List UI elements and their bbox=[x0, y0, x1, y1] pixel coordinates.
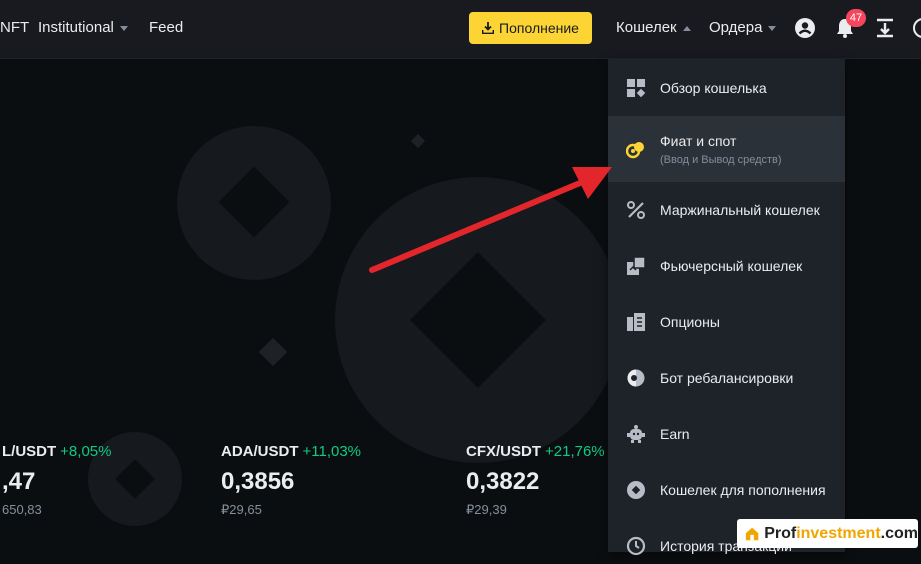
percent-icon bbox=[627, 201, 645, 219]
nav-nft[interactable]: NFT bbox=[0, 19, 29, 36]
ticker-change: +11,03% bbox=[302, 443, 362, 460]
ticker-pair: ADA/USDT +11,03% bbox=[221, 443, 362, 460]
nav-institutional-label: Institutional bbox=[38, 19, 114, 36]
history-icon bbox=[626, 536, 646, 556]
menu-item-sublabel: (Ввод и Вывод средств) bbox=[660, 153, 782, 166]
chevron-down-icon bbox=[119, 25, 128, 31]
top-navigation-bar: NFT Institutional Feed Пополнение Кошеле… bbox=[0, 0, 921, 59]
ticker-price: ,47 bbox=[2, 468, 36, 495]
menu-item-label: Фьючерсный кошелек bbox=[660, 258, 803, 274]
ticker-pair: CFX/USDT +21,76% bbox=[466, 443, 605, 460]
ticker-rub-price: ₽29,39 bbox=[466, 502, 507, 517]
ticker-pair: L/USDT +8,05% bbox=[2, 443, 112, 460]
menu-item-rebalancing-bot[interactable]: Бот ребалансировки bbox=[608, 360, 845, 396]
menu-item-wallet-overview[interactable]: Обзор кошелька bbox=[608, 69, 845, 107]
nav-institutional[interactable]: Institutional bbox=[38, 19, 128, 36]
menu-item-options[interactable]: Опционы bbox=[608, 304, 845, 340]
watermark-suffix: .com bbox=[880, 524, 918, 542]
download-app-icon[interactable] bbox=[874, 17, 896, 39]
menu-item-label: Кошелек для пополнения bbox=[660, 482, 826, 498]
chevron-up-icon bbox=[682, 25, 691, 31]
nav-wallet-label: Кошелек bbox=[616, 19, 677, 36]
wallet-dropdown-menu: Обзор кошелька Фиат и спот (Ввод и Вывод… bbox=[608, 59, 845, 556]
menu-item-margin-wallet[interactable]: Маржинальный кошелек bbox=[608, 192, 845, 228]
menu-item-fiat-spot[interactable]: Фиат и спот (Ввод и Вывод средств) bbox=[608, 116, 845, 182]
chevron-down-icon bbox=[768, 25, 777, 31]
menu-item-label: Earn bbox=[660, 426, 690, 442]
menu-item-funding-wallet[interactable]: Кошелек для пополнения bbox=[608, 472, 845, 508]
nav-orders[interactable]: Ордера bbox=[709, 19, 777, 36]
bot-icon bbox=[627, 369, 645, 387]
ticker-rub-price: 650,83 bbox=[2, 502, 42, 517]
diamond-wallet-icon bbox=[627, 481, 645, 499]
notification-count-badge: 47 bbox=[846, 9, 866, 27]
watermark-logo: Prof investment .com bbox=[737, 519, 918, 548]
menu-item-label: Обзор кошелька bbox=[660, 80, 767, 96]
download-icon bbox=[482, 22, 495, 34]
ticker-change: +8,05% bbox=[60, 443, 112, 460]
options-icon bbox=[627, 313, 645, 331]
futures-icon bbox=[627, 256, 646, 275]
deposit-button[interactable]: Пополнение bbox=[469, 12, 592, 44]
ticker-2[interactable]: ADA/USDT +11,03% 0,3856 ₽29,65 bbox=[221, 443, 361, 518]
globe-icon[interactable] bbox=[912, 17, 921, 39]
menu-item-label: Маржинальный кошелек bbox=[660, 202, 820, 218]
ticker-change: +21,76% bbox=[545, 443, 605, 460]
piggy-icon bbox=[627, 425, 645, 443]
menu-item-label: Фиат и спот bbox=[660, 132, 737, 149]
ticker-1[interactable]: L/USDT +8,05% ,47 650,83 bbox=[2, 443, 111, 517]
menu-item-earn[interactable]: Earn bbox=[608, 416, 845, 452]
menu-item-text: Фиат и спот (Ввод и Вывод средств) bbox=[660, 133, 782, 166]
coins-icon bbox=[626, 142, 644, 159]
user-icon[interactable] bbox=[794, 17, 816, 39]
menu-item-label: Бот ребалансировки bbox=[660, 370, 794, 386]
ticker-price: 0,3856 bbox=[221, 468, 295, 495]
house-icon bbox=[745, 527, 759, 540]
diamond-small-2 bbox=[410, 133, 426, 149]
ticker-rub-price: ₽29,65 bbox=[221, 502, 262, 517]
nav-orders-label: Ордера bbox=[709, 19, 763, 36]
nav-feed[interactable]: Feed bbox=[149, 19, 183, 36]
menu-item-futures-wallet[interactable]: Фьючерсный кошелек bbox=[608, 248, 845, 284]
ticker-3[interactable]: CFX/USDT +21,76% 0,3822 ₽29,39 bbox=[466, 443, 605, 518]
watermark-highlight: investment bbox=[796, 524, 881, 542]
deposit-button-label: Пополнение bbox=[499, 20, 579, 36]
grid-icon bbox=[627, 79, 646, 98]
ticker-price: 0,3822 bbox=[466, 468, 540, 495]
watermark-prefix: Prof bbox=[764, 524, 797, 542]
menu-item-label: Опционы bbox=[660, 314, 720, 330]
nav-wallet[interactable]: Кошелек bbox=[616, 19, 691, 36]
diamond-small-1 bbox=[258, 337, 288, 367]
